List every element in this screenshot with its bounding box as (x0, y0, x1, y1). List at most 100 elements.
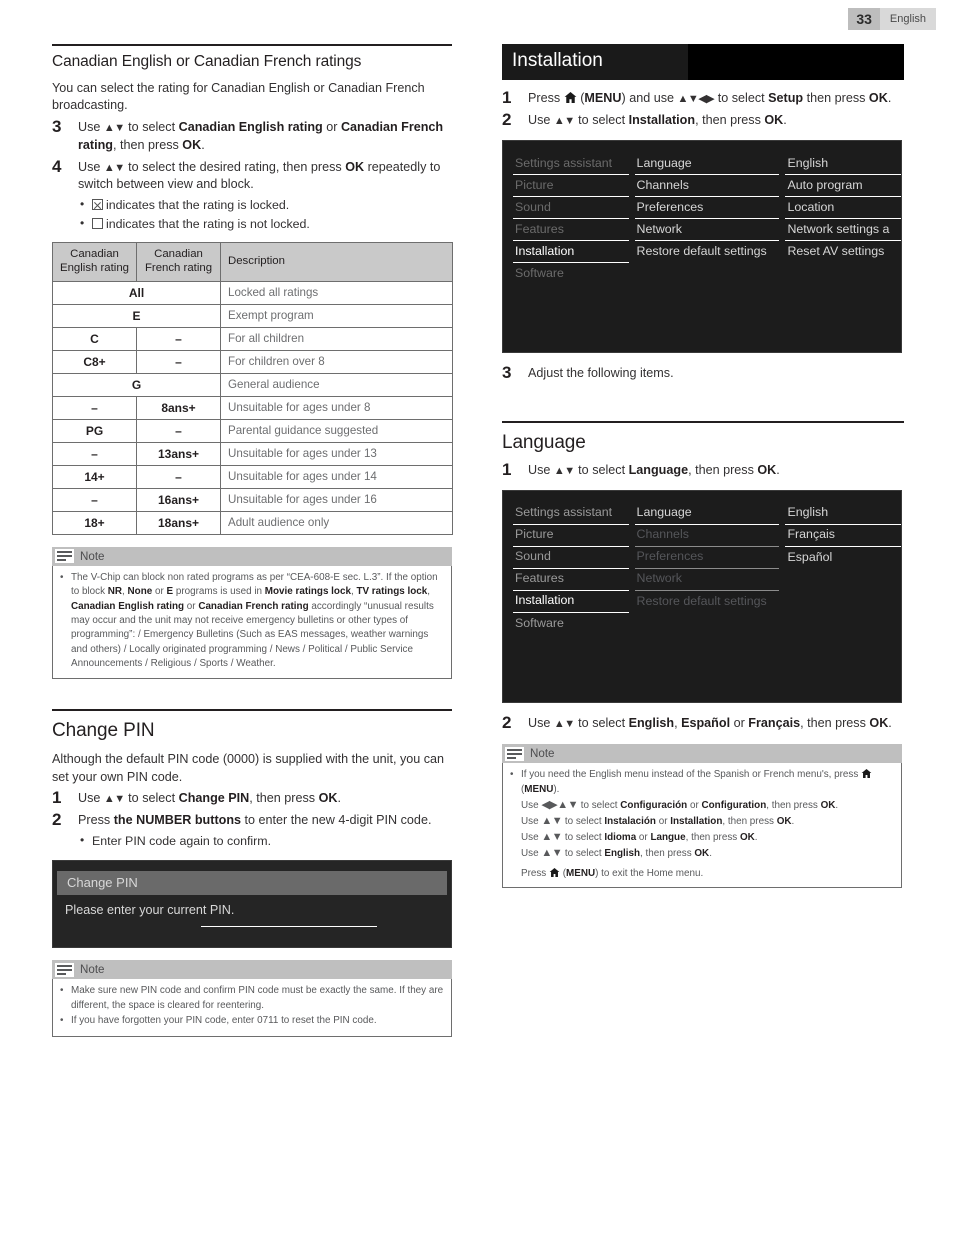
cell-rating-french: – (136, 326, 221, 351)
tv-menu-option-english[interactable]: English (785, 503, 902, 525)
note-header: Note (502, 744, 902, 764)
change-pin-dialog-message: Please enter your current PIN. (65, 903, 235, 918)
home-menu-icon (564, 92, 577, 103)
tv-menu-item-preferences[interactable]: Preferences (634, 547, 780, 569)
install-step-1: 1 Press (MENU) and use ▲▼◀▶ to select Se… (502, 88, 904, 108)
tv-menu-value-location[interactable]: Location (785, 197, 902, 219)
cell-description: Unsuitable for ages under 16 (220, 487, 453, 512)
bullet-not-locked: indicates that the rating is not locked. (78, 214, 452, 234)
tv-menu-item-channels[interactable]: Channels (634, 525, 780, 547)
tv-menu-value-auto-program[interactable]: Auto program (785, 175, 902, 197)
page-language-label: English (879, 8, 936, 30)
tv-menu-item-settings-assistant[interactable]: Settings assistant (513, 153, 629, 175)
language-step-2: 2 Use ▲▼ to select English, Español or F… (502, 713, 904, 733)
step-4-number: 4 (52, 156, 62, 176)
cell-rating-french: 18ans+ (136, 510, 221, 535)
change-pin-dialog-title: Change PIN (57, 871, 447, 896)
installation-banner-title: Installation (502, 44, 688, 80)
install-step-3-number: 3 (502, 362, 512, 382)
tv-menu-item-preferences[interactable]: Preferences (634, 197, 780, 219)
tv-menu-item-installation[interactable]: Installation (513, 591, 629, 613)
ratings-table-body: All Locked all ratings E Exempt program C –… (52, 280, 453, 535)
note-icon (55, 962, 74, 977)
section-title-canadian-ratings: Canadian English or Canadian French rati… (52, 44, 452, 71)
cell-rating-english: 18+ (52, 510, 137, 535)
up-down-arrows-icon: ▲▼ (541, 815, 563, 828)
up-down-arrows-icon: ▲▼ (103, 121, 125, 134)
table-row: –8ans+ Unsuitable for ages under 8 (52, 395, 453, 420)
change-pin-intro: Although the default PIN code (0000) is … (52, 752, 445, 784)
bullet-confirm-pin: Enter PIN code again to confirm. (78, 831, 452, 851)
change-pin-step-2: 2 Press the NUMBER buttons to enter the … (52, 810, 452, 850)
step-3-number: 3 (52, 116, 62, 136)
tv-menu-column-1: Settings assistant Picture Sound Feature… (513, 503, 629, 702)
cell-rating-span: All (52, 280, 221, 305)
tv-menu-value-network-settings[interactable]: Network settings a (785, 219, 902, 241)
tv-menu-column-3: English Auto program Location Network se… (785, 153, 902, 352)
direction-arrows-icon: ▲▼◀▶ (677, 93, 715, 105)
up-down-arrows-icon: ▲▼ (553, 114, 575, 127)
tv-menu-item-language[interactable]: Language (634, 153, 780, 175)
install-step-1-text: Press (MENU) and use ▲▼◀▶ to select Setu… (528, 91, 892, 105)
note-bullet: The V-Chip can block non rated programs … (58, 571, 444, 672)
cell-rating-english: 14+ (52, 464, 137, 489)
tv-menu-item-picture[interactable]: Picture (513, 525, 629, 547)
tv-menu-item-features[interactable]: Features (513, 219, 629, 241)
tv-menu-item-network[interactable]: Network (634, 219, 780, 241)
change-pin-step-2-text: Press the NUMBER buttons to enter the ne… (78, 812, 452, 850)
step-3: 3 Use ▲▼ to select Canadian English rati… (52, 116, 452, 155)
note-title: Note (80, 963, 105, 977)
tv-menu-item-software[interactable]: Software (513, 263, 629, 285)
cell-description: Exempt program (220, 303, 453, 328)
note-title: Note (80, 549, 105, 563)
tv-menu-value-english[interactable]: English (785, 153, 902, 175)
canadian-ratings-table: Canadian English rating Canadian French … (52, 242, 453, 535)
tv-menu-item-settings-assistant[interactable]: Settings assistant (513, 503, 629, 525)
tv-menu-item-network[interactable]: Network (634, 569, 780, 591)
page-number: 33 (848, 8, 880, 30)
note-line-configuracion: Use ◀▶▲▼ to select Configuración or Conf… (521, 799, 839, 812)
tv-menu-option-francais[interactable]: Français (785, 525, 902, 547)
change-pin-step-1-text: Use ▲▼ to select Change PIN, then press … (78, 791, 341, 806)
tv-menu-item-sound[interactable]: Sound (513, 197, 629, 219)
tv-menu-column-1: Settings assistant Picture Sound Feature… (513, 153, 629, 352)
table-row: 18+ 18ans+ Adult audience only (52, 510, 453, 535)
tv-menu-column-2: Language Channels Preferences Network Re… (634, 153, 780, 352)
table-row: G General audience (52, 372, 453, 397)
table-row: C8+ – For children over 8 (52, 349, 453, 374)
cell-description: General audience (220, 372, 453, 397)
language-step-1: 1 Use ▲▼ to select Language, then press … (502, 459, 904, 480)
note-line-exit: Press (MENU) to exit the Home menu. (521, 867, 704, 879)
tv-menu-option-espanol[interactable]: Español (785, 547, 901, 569)
pin-input-field[interactable] (201, 925, 377, 928)
left-column: Canadian English or Canadian French rati… (52, 44, 453, 1037)
section-title-change-pin: Change PIN (52, 709, 452, 742)
install-step-3: 3 Adjust the following items. (502, 362, 904, 383)
col-header-description: Description (220, 242, 453, 282)
tv-menu-item-features[interactable]: Features (513, 569, 629, 591)
change-pin-dialog: Change PIN Please enter your current PIN… (52, 860, 452, 949)
tv-menu-item-restore-default-settings[interactable]: Restore default settings (635, 591, 780, 613)
right-column: Installation 1 Press (MENU) and use ▲▼◀▶… (502, 44, 904, 889)
language-step-1-number: 1 (502, 459, 512, 479)
cell-description: Unsuitable for ages under 13 (220, 441, 453, 466)
note-body: Make sure new PIN code and confirm PIN c… (52, 979, 452, 1037)
tv-menu-item-picture[interactable]: Picture (513, 175, 629, 197)
col-header-english: Canadian English rating (52, 242, 137, 282)
note-title: Note (530, 747, 555, 761)
cell-description: Unsuitable for ages under 14 (220, 464, 453, 489)
cell-rating-french: – (136, 349, 221, 374)
tv-menu-item-channels[interactable]: Channels (634, 175, 780, 197)
tv-menu-item-software[interactable]: Software (513, 613, 629, 635)
language-step-2-text: Use ▲▼ to select English, Español or Fra… (528, 715, 892, 730)
tv-menu-item-installation[interactable]: Installation (513, 241, 629, 263)
tv-menu-item-language[interactable]: Language (634, 503, 780, 525)
cell-rating-english: – (52, 487, 137, 512)
tv-menu-column-3: English Français Español (785, 503, 902, 702)
tv-menu-value-reset-av-settings[interactable]: Reset AV settings (785, 241, 901, 263)
tv-menu-item-restore-default-settings[interactable]: Restore default settings (635, 241, 780, 263)
canadian-ratings-intro: You can select the rating for Canadian E… (52, 81, 425, 113)
note-box-vchip: Note The V-Chip can block non rated prog… (52, 546, 452, 680)
tv-menu-item-sound[interactable]: Sound (513, 547, 629, 569)
cell-description: For all children (220, 326, 453, 351)
